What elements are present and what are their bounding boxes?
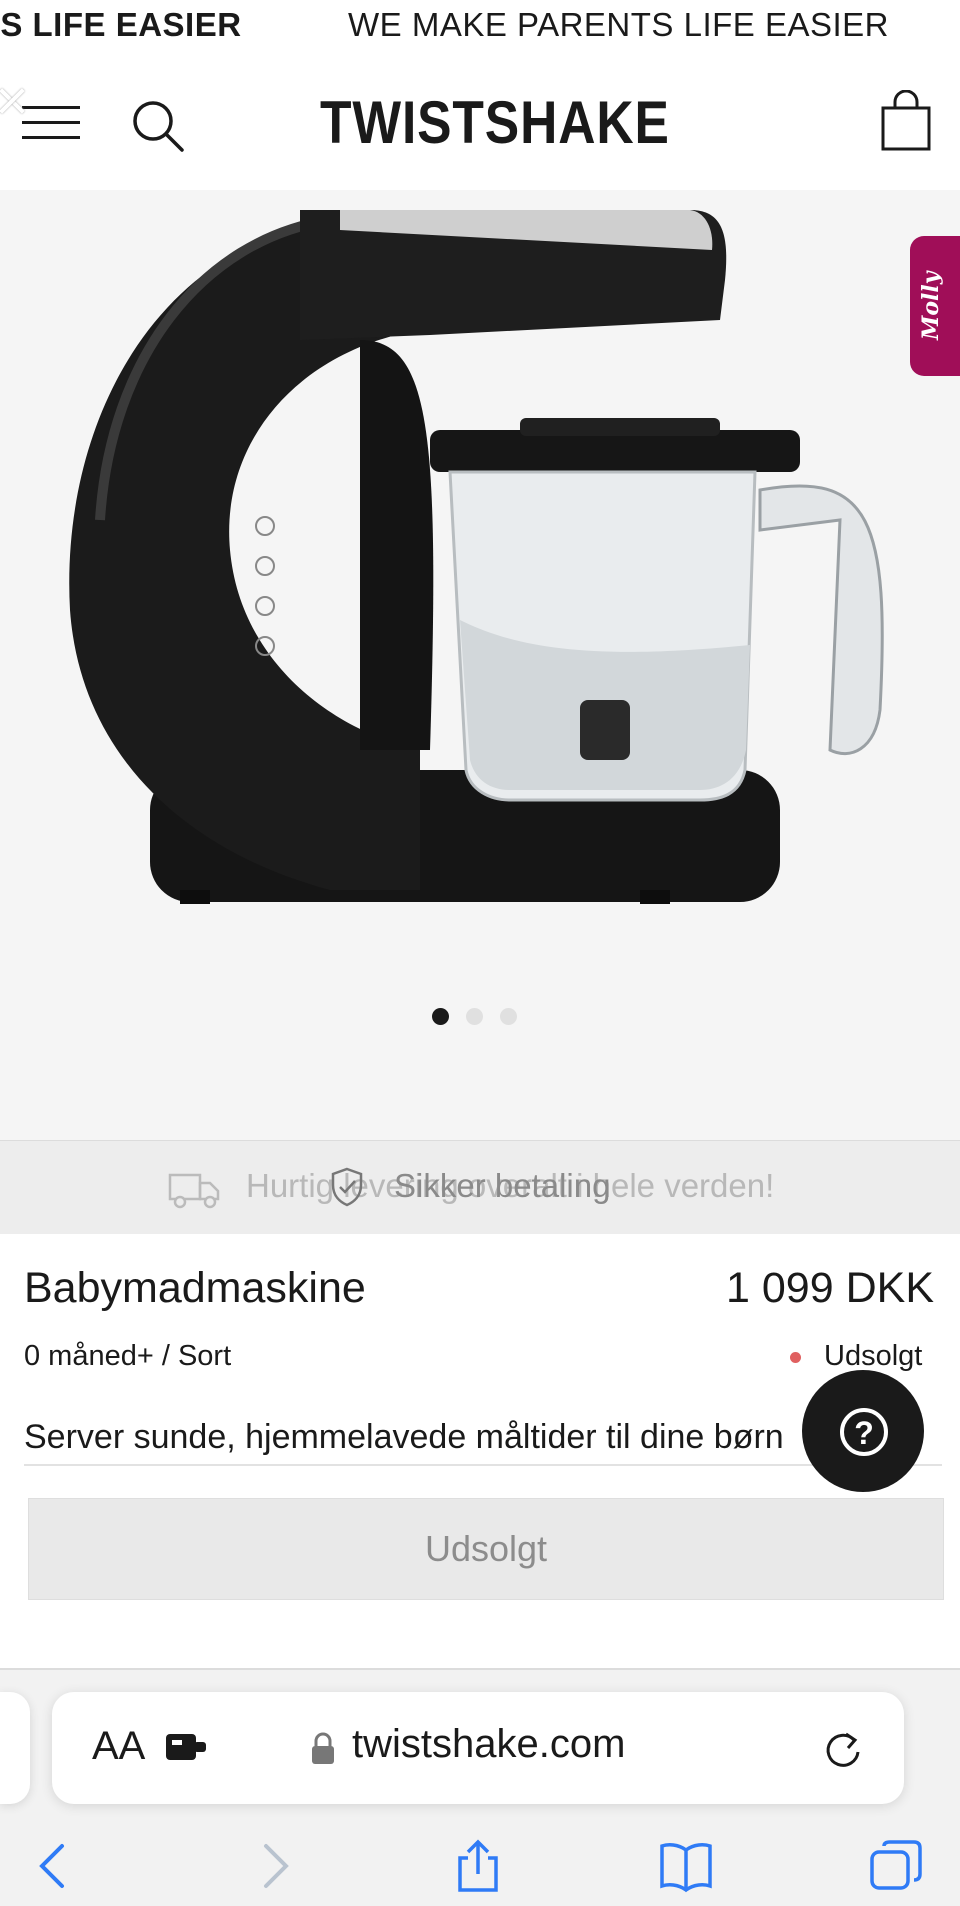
help-button[interactable]: ? xyxy=(802,1370,924,1492)
marquee-text-left: 'S LIFE EASIER xyxy=(0,6,242,43)
truck-icon xyxy=(168,1173,220,1209)
site-logo[interactable]: TWISTSHAKE xyxy=(320,88,670,157)
site-header: TWISTSHAKE xyxy=(0,52,960,190)
cart-icon[interactable] xyxy=(880,90,932,152)
share-icon[interactable] xyxy=(450,1838,506,1894)
close-icon[interactable] xyxy=(0,86,26,116)
carousel-dot[interactable] xyxy=(466,1008,483,1026)
aa-label: AA xyxy=(92,1724,146,1768)
shield-icon xyxy=(331,1167,363,1207)
usp-strip: Hurtig levering overalt i hele verden! S… xyxy=(0,1140,960,1234)
carousel-pagination xyxy=(432,1008,534,1028)
carousel-dot[interactable] xyxy=(500,1008,517,1026)
address-bar[interactable]: AA twistshake.com xyxy=(52,1692,904,1804)
bookmarks-icon[interactable] xyxy=(658,1838,714,1894)
product-price: 1 099 DKK xyxy=(726,1264,934,1312)
marquee-text-right: WE MAKE PARENTS LIFE EASIER xyxy=(348,6,890,43)
previous-tab-peek[interactable] xyxy=(0,1692,30,1804)
product-description: Server sunde, hjemmelavede måltider til … xyxy=(24,1418,784,1456)
usp-secure-payment-text: Sikker betaling xyxy=(394,1167,611,1204)
stock-status-dot xyxy=(790,1352,801,1363)
help-icon: ? xyxy=(840,1408,888,1456)
product-image-carousel[interactable]: Molly xyxy=(0,190,960,1140)
reader-options-button[interactable]: AA xyxy=(92,1724,145,1769)
divider xyxy=(24,1464,942,1466)
reload-icon[interactable] xyxy=(822,1728,864,1770)
announcement-marquee: 'S LIFE EASIER WE MAKE PARENTS LIFE EASI… xyxy=(0,0,960,52)
product-title: Babymadmaskine xyxy=(24,1264,366,1312)
url-text[interactable]: twistshake.com xyxy=(352,1722,625,1767)
menu-icon[interactable] xyxy=(22,102,80,144)
search-icon[interactable] xyxy=(130,98,186,154)
browser-chrome: AA twistshake.com xyxy=(0,1670,960,1906)
molly-badge-label: Molly xyxy=(918,271,944,340)
extension-icon[interactable] xyxy=(164,1730,208,1764)
tabs-icon[interactable] xyxy=(868,1838,924,1894)
add-to-cart-button[interactable]: Udsolgt xyxy=(28,1498,944,1600)
forward-icon[interactable] xyxy=(244,1838,300,1894)
molly-chat-badge[interactable]: Molly xyxy=(910,236,960,376)
product-image xyxy=(69,210,884,904)
stock-status: Udsolgt xyxy=(824,1340,923,1372)
back-icon[interactable] xyxy=(28,1838,84,1894)
lock-icon xyxy=(312,1732,334,1764)
carousel-dot[interactable] xyxy=(432,1008,449,1026)
product-variant: 0 måned+ / Sort xyxy=(24,1340,232,1372)
